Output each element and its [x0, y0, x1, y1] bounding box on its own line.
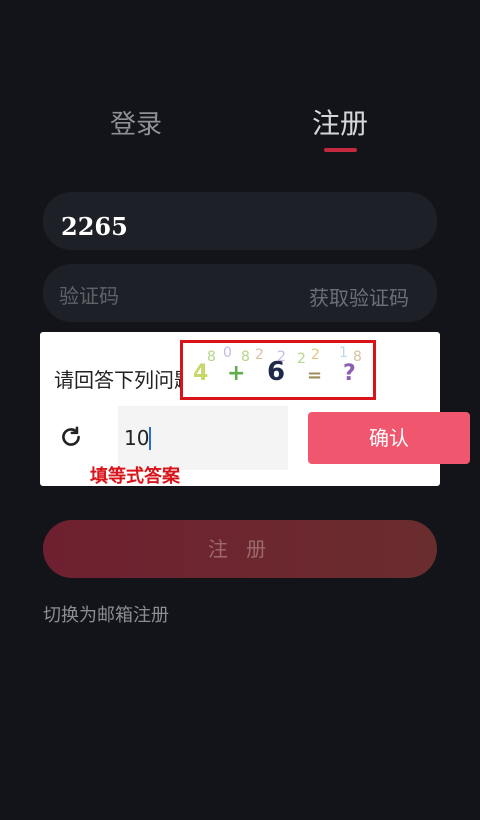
captcha-symbol-3: 6: [267, 357, 286, 387]
phone-value: 2265: [61, 212, 128, 241]
tab-register[interactable]: 注册: [312, 102, 368, 142]
verification-code-field[interactable]: 验证码 获取验证码: [43, 264, 437, 322]
captcha-symbol-5: ?: [343, 361, 356, 386]
code-placeholder: 验证码: [59, 284, 119, 308]
captcha-symbol-2: +: [227, 361, 246, 386]
captcha-answer-input[interactable]: 10: [118, 406, 288, 470]
captcha-symbol-4: =: [307, 365, 323, 386]
switch-to-email-link[interactable]: 切换为邮箱注册: [43, 601, 169, 627]
annotation-label: 填等式答案: [90, 466, 180, 487]
phone-field[interactable]: 2265: [43, 192, 437, 250]
captcha-question: 请回答下列问题: [54, 368, 194, 392]
refresh-icon[interactable]: [58, 424, 84, 450]
get-code-button[interactable]: 获取验证码: [309, 282, 409, 311]
tab-login[interactable]: 登录: [110, 104, 162, 141]
captcha-image: 8 0 8 2 2 2 2 1 8 4 + 6 = ?: [180, 340, 376, 400]
tab-underline: [324, 148, 357, 152]
text-caret: [149, 427, 151, 450]
register-button[interactable]: 注 册: [43, 520, 437, 578]
confirm-button[interactable]: 确认: [308, 412, 470, 464]
answer-value: 10: [124, 426, 150, 450]
captcha-symbol-1: 4: [193, 361, 209, 386]
